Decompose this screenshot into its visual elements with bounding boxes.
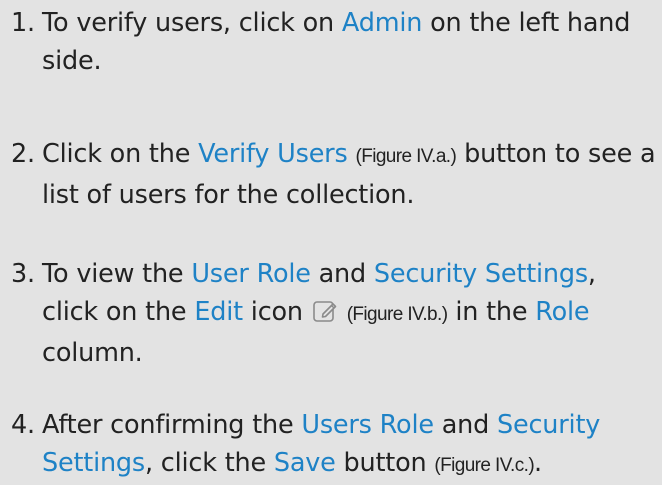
users-role-text: Users Role — [301, 410, 434, 440]
step-1: 1. To verify users, click on Admin on th… — [11, 4, 659, 80]
step-text-part: icon — [242, 297, 311, 327]
instruction-steps: 1. To verify users, click on Admin on th… — [0, 0, 662, 483]
step-text-part: After confirming the — [42, 410, 302, 440]
step-2: 2. Click on the Verify Users (Figure IV.… — [11, 135, 659, 214]
step-text-part: and — [310, 259, 374, 289]
verify-users-text: Verify Users — [198, 139, 348, 169]
step-text-part: , click the — [145, 448, 274, 478]
step-text-part: and — [433, 410, 498, 440]
role-text: Role — [535, 297, 590, 327]
step-number: 2. — [11, 139, 35, 169]
figure-reference: (Figure IV.b.) — [346, 304, 448, 325]
step-number: 3. — [11, 259, 35, 289]
step-text-part: To view the — [42, 259, 192, 289]
step-text: Click on the Verify Users (Figure IV.a.)… — [42, 135, 659, 214]
edit-icon — [312, 297, 338, 323]
figure-reference: (Figure IV.c.) — [434, 455, 535, 476]
step-number: 1. — [11, 8, 35, 38]
step-text-part: To verify users, click on — [42, 8, 342, 38]
step-3: 3. To view the User Role and Security Se… — [11, 255, 659, 372]
step-text-part: Click on the — [42, 139, 199, 169]
admin-link-text: Admin — [341, 8, 423, 38]
step-number: 4. — [11, 410, 35, 440]
step-text-part: button — [335, 448, 435, 478]
user-role-text: User Role — [191, 259, 311, 289]
step-text-part: . — [534, 448, 542, 478]
step-text: To verify users, click on Admin on the l… — [42, 4, 659, 80]
step-text-part: in the — [447, 297, 536, 327]
save-text: Save — [273, 448, 336, 478]
step-text-part: column. — [42, 338, 143, 368]
edit-text: Edit — [194, 297, 243, 327]
security-settings-text: Security Settings — [373, 259, 588, 289]
step-text: To view the User Role and Security Setti… — [42, 255, 659, 372]
step-text: After confirming the Users Role and Secu… — [42, 406, 659, 485]
figure-reference: (Figure IV.a.) — [355, 146, 457, 167]
step-4: 4. After confirming the Users Role and S… — [11, 406, 659, 485]
